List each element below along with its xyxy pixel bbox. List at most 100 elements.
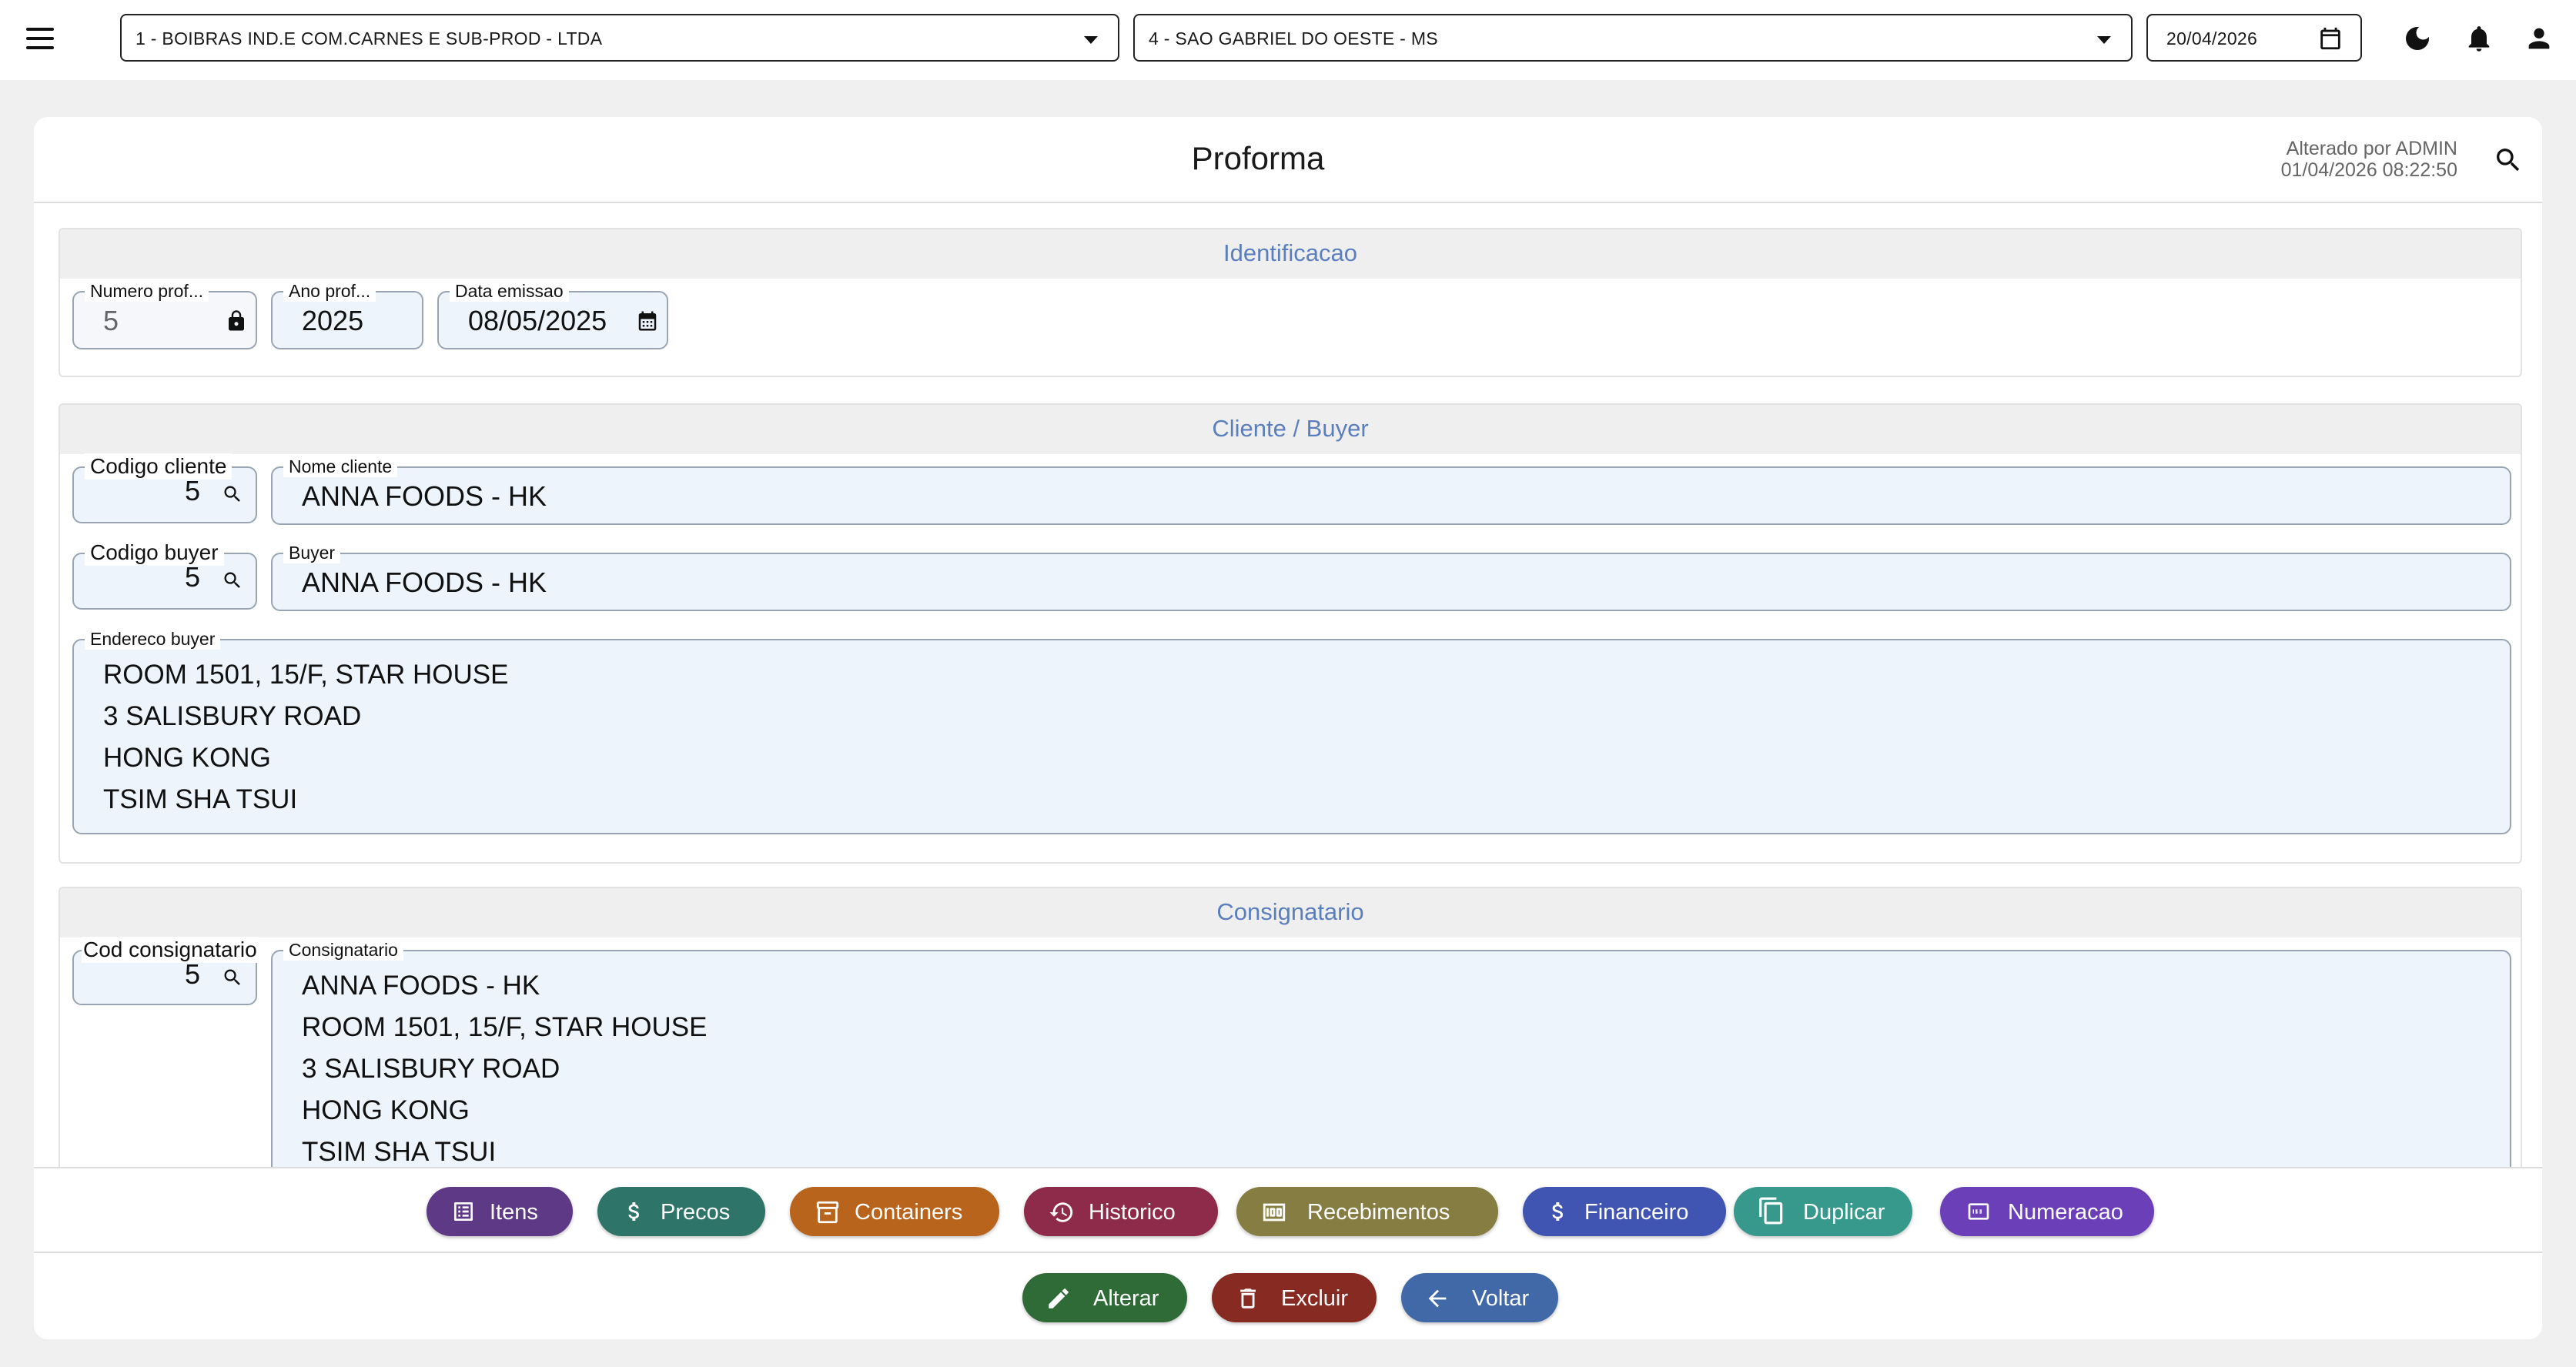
- consignatario-text: ANNA FOODS - HK ROOM 1501, 15/F, STAR HO…: [302, 965, 707, 1173]
- lock-icon: [229, 310, 244, 331]
- buyer-field[interactable]: Buyer ANNA FOODS - HK: [271, 542, 2511, 611]
- duplicar-button[interactable]: Duplicar: [1734, 1187, 1912, 1236]
- ano-proforma-label: Ano prof...: [283, 280, 376, 302]
- itens-label: Itens: [490, 1200, 538, 1225]
- address-line: HONG KONG: [103, 743, 271, 773]
- codigo-buyer-value: 5: [184, 561, 200, 593]
- endereco-buyer-label: Endereco buyer: [85, 628, 221, 650]
- history-icon: [1049, 1202, 1073, 1222]
- voltar-label: Voltar: [1472, 1286, 1530, 1311]
- consignatario-section: Consignatario Cod consignatario 5 Consig…: [59, 887, 2522, 1196]
- address-line: 3 SALISBURY ROAD: [103, 701, 362, 731]
- precos-button[interactable]: Precos: [597, 1187, 765, 1236]
- numbers-icon: [1968, 1203, 1989, 1220]
- dollar-icon: [1552, 1202, 1563, 1221]
- endereco-buyer-text: ROOM 1501, 15/F, STAR HOUSE 3 SALISBURY …: [103, 654, 508, 821]
- calendar-icon[interactable]: [2317, 25, 2343, 52]
- proforma-card: Proforma Alterado por ADMIN 01/04/2026 0…: [34, 117, 2542, 1339]
- company-select[interactable]: 1 - BOIBRAS IND.E COM.CARNES E SUB-PROD …: [120, 14, 1119, 62]
- edit-icon: [1049, 1288, 1069, 1309]
- list-icon: [454, 1202, 473, 1221]
- person-icon[interactable]: [2517, 17, 2561, 60]
- consignatario-label: Consignatario: [283, 939, 403, 961]
- divider: [34, 1252, 2542, 1253]
- search-icon[interactable]: [2485, 137, 2531, 183]
- dollar-icon: [628, 1202, 639, 1221]
- codigo-cliente-value: 5: [184, 475, 200, 506]
- numero-proforma-value: 5: [103, 305, 119, 336]
- codigo-cliente-field[interactable]: Codigo cliente 5: [72, 453, 257, 523]
- financeiro-button[interactable]: Financeiro: [1523, 1187, 1726, 1236]
- arrow-left-icon: [1428, 1289, 1447, 1308]
- buyer-label: Buyer: [283, 542, 341, 563]
- search-icon[interactable]: [222, 967, 243, 988]
- recebimentos-label: Recebimentos: [1307, 1200, 1450, 1225]
- consignatario-line: 3 SALISBURY ROAD: [302, 1054, 560, 1084]
- numeracao-button[interactable]: Numeracao: [1940, 1187, 2154, 1236]
- company-select-value: 1 - BOIBRAS IND.E COM.CARNES E SUB-PROD …: [135, 28, 603, 48]
- changed-at-text: 01/04/2026 08:22:50: [2280, 159, 2457, 181]
- address-line: TSIM SHA TSUI: [103, 784, 298, 814]
- consignatario-title: Consignatario: [60, 888, 2521, 938]
- consignatario-line: ROOM 1501, 15/F, STAR HOUSE: [302, 1012, 708, 1042]
- nome-cliente-label: Nome cliente: [283, 456, 398, 477]
- buyer-value: ANNA FOODS - HK: [302, 567, 547, 598]
- cliente-buyer-section: Cliente / Buyer Codigo cliente 5 Nome cl…: [59, 403, 2522, 864]
- audit-info: Alterado por ADMIN 01/04/2026 08:22:50: [2281, 138, 2457, 181]
- consignatario-line: HONG KONG: [302, 1095, 470, 1125]
- search-icon[interactable]: [222, 570, 243, 591]
- alterar-button[interactable]: Alterar: [1022, 1273, 1187, 1322]
- voltar-button[interactable]: Voltar: [1401, 1273, 1558, 1322]
- duplicar-label: Duplicar: [1803, 1200, 1885, 1225]
- search-icon[interactable]: [222, 483, 243, 505]
- page-title: Proforma: [1191, 140, 1325, 176]
- money-icon: [1263, 1203, 1286, 1222]
- trash-icon: [1240, 1288, 1256, 1309]
- historico-label: Historico: [1089, 1200, 1176, 1225]
- data-emissao-label: Data emissao: [450, 280, 569, 302]
- nome-cliente-value: ANNA FOODS - HK: [302, 480, 547, 512]
- cod-consignatario-value: 5: [184, 958, 200, 990]
- endereco-buyer-field[interactable]: Endereco buyer ROOM 1501, 15/F, STAR HOU…: [72, 628, 2511, 834]
- codigo-cliente-label: Codigo cliente: [85, 453, 233, 480]
- ano-proforma-field[interactable]: Ano prof... 2025: [271, 280, 423, 349]
- codigo-buyer-field[interactable]: Codigo buyer 5: [72, 540, 257, 610]
- branch-select[interactable]: 4 - SAO GABRIEL DO OESTE - MS: [1133, 14, 2133, 62]
- excluir-button[interactable]: Excluir: [1212, 1273, 1377, 1322]
- date-field[interactable]: 20/04/2026: [2146, 14, 2362, 62]
- numeracao-label: Numeracao: [2008, 1200, 2123, 1225]
- consignatario-line: ANNA FOODS - HK: [302, 971, 540, 1001]
- chevron-down-icon: [1084, 36, 1098, 44]
- nome-cliente-field[interactable]: Nome cliente ANNA FOODS - HK: [271, 456, 2511, 525]
- calendar-icon[interactable]: [636, 309, 659, 333]
- cod-consignatario-label: Cod consignatario: [82, 937, 259, 963]
- archive-icon: [816, 1201, 839, 1224]
- recebimentos-button[interactable]: Recebimentos: [1236, 1187, 1498, 1236]
- identificacao-section: Identificacao Numero prof... 5 Ano prof.…: [59, 228, 2522, 377]
- copy-icon: [1759, 1197, 1783, 1225]
- itens-button[interactable]: Itens: [427, 1187, 573, 1236]
- cod-consignatario-field[interactable]: Cod consignatario 5: [72, 937, 259, 1005]
- cliente-buyer-title: Cliente / Buyer: [60, 405, 2521, 454]
- numero-proforma-field[interactable]: Numero prof... 5: [72, 280, 257, 349]
- historico-button[interactable]: Historico: [1024, 1187, 1218, 1236]
- containers-label: Containers: [855, 1200, 963, 1225]
- menu-icon[interactable]: [23, 22, 59, 57]
- moon-icon[interactable]: [2396, 17, 2439, 60]
- containers-button[interactable]: Containers: [790, 1187, 999, 1236]
- branch-select-value: 4 - SAO GABRIEL DO OESTE - MS: [1149, 28, 1438, 48]
- address-line: ROOM 1501, 15/F, STAR HOUSE: [103, 660, 509, 690]
- changed-by-text: Alterado por ADMIN: [2286, 138, 2457, 159]
- chevron-down-icon: [2097, 36, 2111, 44]
- alterar-label: Alterar: [1093, 1286, 1159, 1311]
- date-field-value: 20/04/2026: [2166, 28, 2258, 48]
- bell-icon[interactable]: [2457, 17, 2501, 60]
- consignatario-field[interactable]: Consignatario ANNA FOODS - HK ROOM 1501,…: [271, 939, 2511, 1196]
- divider: [34, 1167, 2542, 1168]
- financeiro-label: Financeiro: [1584, 1200, 1689, 1225]
- identificacao-title: Identificacao: [60, 229, 2521, 279]
- top-app-bar: 1 - BOIBRAS IND.E COM.CARNES E SUB-PROD …: [0, 0, 2576, 80]
- excluir-label: Excluir: [1281, 1286, 1349, 1311]
- card-header: Proforma Alterado por ADMIN 01/04/2026 0…: [34, 117, 2542, 203]
- data-emissao-field[interactable]: Data emissao 08/05/2025: [437, 280, 668, 349]
